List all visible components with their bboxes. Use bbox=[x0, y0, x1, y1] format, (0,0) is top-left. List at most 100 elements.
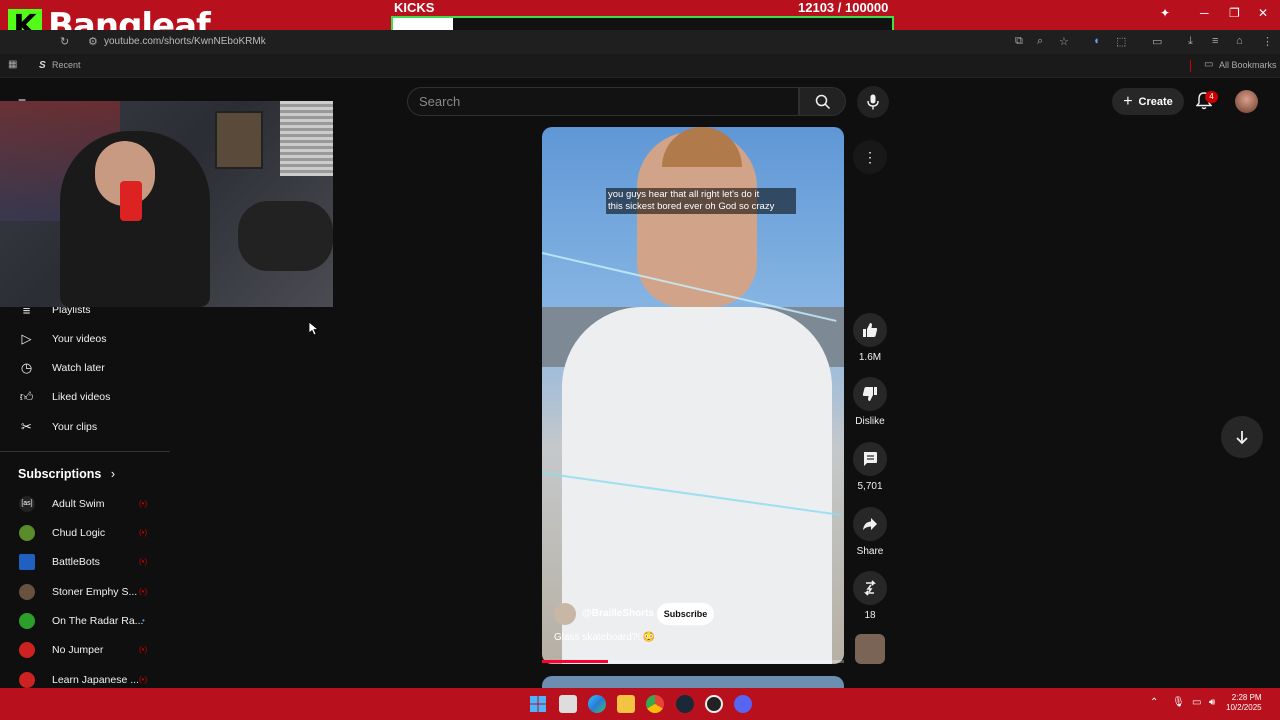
next-short-button[interactable] bbox=[1221, 416, 1263, 458]
all-bookmarks[interactable]: All Bookmarks bbox=[1219, 60, 1277, 70]
site-info-icon[interactable]: ⚙ bbox=[88, 35, 98, 48]
subscription-item[interactable]: Chud Logic (•) bbox=[0, 519, 170, 547]
search-input[interactable]: Search bbox=[419, 94, 460, 109]
subscribe-button[interactable]: Subscribe bbox=[657, 603, 714, 625]
extension-icon[interactable]: ◖ bbox=[1093, 35, 1100, 47]
share-button[interactable] bbox=[853, 507, 887, 541]
channel-name[interactable]: @BrailleShorts bbox=[582, 608, 654, 619]
search-icon bbox=[815, 94, 830, 109]
search-button[interactable] bbox=[799, 87, 846, 116]
sound-thumbnail[interactable] bbox=[855, 634, 885, 664]
subscription-name: Adult Swim bbox=[52, 498, 105, 510]
discord-icon[interactable] bbox=[734, 695, 752, 713]
subscription-item[interactable]: On The Radar Ra... • bbox=[0, 607, 170, 635]
plus-icon: + bbox=[1123, 92, 1133, 110]
clock-date: 10/2/2025 bbox=[1226, 703, 1262, 712]
search-box[interactable] bbox=[407, 87, 799, 116]
edge-browser-icon[interactable] bbox=[588, 695, 606, 713]
windows-start-icon[interactable] bbox=[529, 695, 547, 713]
account-avatar[interactable] bbox=[1235, 90, 1258, 113]
more-options-icon[interactable]: ⋮ bbox=[1262, 35, 1273, 48]
steam-icon[interactable] bbox=[676, 695, 694, 713]
close-button[interactable]: ✕ bbox=[1258, 6, 1268, 20]
subscription-item[interactable]: No Jumper (•) bbox=[0, 636, 170, 664]
arrow-down-icon bbox=[1236, 431, 1248, 445]
url-field[interactable]: youtube.com/shorts/KwnNEboKRMk bbox=[104, 36, 266, 47]
download-icon[interactable]: ⤓ bbox=[1188, 35, 1193, 48]
system-clock[interactable]: 2:28 PM 10/2/2025 bbox=[1226, 693, 1262, 713]
sidebar-item-watch-later[interactable]: ◷ Watch later bbox=[0, 354, 170, 382]
subscription-name: Stoner Emphy S... bbox=[52, 586, 138, 598]
scissors-icon: ✂ bbox=[21, 419, 32, 434]
microphone-arm bbox=[238, 201, 333, 271]
comment-icon bbox=[864, 452, 877, 466]
chevron-up-icon[interactable]: ⌃ bbox=[1150, 697, 1158, 708]
thumbs-up-icon: 👍︎ bbox=[19, 389, 34, 404]
channel-avatar: [as] bbox=[19, 496, 35, 512]
remix-icon bbox=[864, 580, 876, 596]
subscriptions-header[interactable]: Subscriptions › bbox=[18, 467, 115, 481]
mouse-cursor-icon bbox=[309, 322, 319, 336]
maximize-button[interactable]: ❐ bbox=[1229, 6, 1240, 20]
task-view-icon[interactable] bbox=[559, 695, 577, 713]
more-options-button[interactable]: ⋮ bbox=[853, 140, 887, 174]
channel-avatar bbox=[19, 613, 35, 629]
menu-icon[interactable]: ≡ bbox=[1212, 35, 1218, 47]
sidebar-item-label: Your clips bbox=[52, 421, 98, 433]
zoom-icon[interactable]: ⌕ bbox=[1037, 35, 1043, 48]
new-content-dot-icon: • bbox=[142, 616, 145, 625]
subscription-name: Chud Logic bbox=[52, 527, 106, 539]
extension-icon[interactable]: ✦ bbox=[1160, 6, 1170, 20]
remix-count: 18 bbox=[864, 610, 876, 621]
video-title[interactable]: Glass skateboard?! 😳 bbox=[554, 632, 655, 643]
next-video-preview[interactable] bbox=[542, 676, 844, 688]
minimize-button[interactable]: ─ bbox=[1200, 6, 1209, 20]
share-icon bbox=[863, 518, 877, 530]
remix-button[interactable] bbox=[853, 571, 887, 605]
thumbs-down-icon bbox=[862, 387, 877, 401]
clock-icon: ◷ bbox=[20, 360, 33, 375]
volume-tray-icon[interactable]: 🔊︎ bbox=[1209, 697, 1215, 708]
split-view-icon[interactable]: ▭ bbox=[1152, 35, 1162, 48]
video-icon: ▷ bbox=[21, 331, 32, 346]
create-button[interactable]: + Create bbox=[1112, 88, 1184, 115]
video-progress-bar[interactable] bbox=[542, 660, 844, 663]
profile-icon[interactable]: ⌂ bbox=[1236, 35, 1243, 47]
chrome-browser-icon[interactable] bbox=[646, 695, 664, 713]
channel-avatar[interactable] bbox=[554, 603, 576, 625]
like-count: 1.6M bbox=[858, 352, 882, 363]
microphone-tray-icon[interactable]: 🎙︎ bbox=[1172, 697, 1185, 708]
obs-studio-icon[interactable] bbox=[705, 695, 723, 713]
file-explorer-icon[interactable] bbox=[617, 695, 635, 713]
apps-grid-icon[interactable]: ▦ bbox=[8, 59, 17, 70]
live-indicator-icon: (•) bbox=[139, 675, 148, 684]
bookmarks-bar bbox=[0, 54, 1280, 78]
sidebar-item-liked-videos[interactable]: 👍︎ Liked videos bbox=[0, 383, 170, 411]
sidebar-item-your-videos[interactable]: ▷ Your videos bbox=[0, 325, 170, 353]
comment-count: 5,701 bbox=[857, 481, 883, 492]
subscription-item[interactable]: [as] Adult Swim (•) bbox=[0, 490, 170, 518]
goal-label: KICKS bbox=[394, 0, 435, 15]
sidebar-item-label: Liked videos bbox=[52, 391, 111, 403]
sidebar-item-your-clips[interactable]: ✂ Your clips bbox=[0, 413, 170, 441]
subscription-item[interactable]: BattleBots (•) bbox=[0, 548, 170, 576]
sidebar-item-label: Watch later bbox=[52, 362, 105, 374]
bookmark-recent[interactable]: Recent bbox=[52, 60, 81, 70]
install-icon[interactable]: ⧉ bbox=[1015, 35, 1023, 48]
subscription-name: No Jumper bbox=[52, 644, 104, 656]
dislike-button[interactable] bbox=[853, 377, 887, 411]
voice-search-button[interactable] bbox=[857, 86, 889, 118]
microphone-icon bbox=[867, 94, 879, 110]
like-button[interactable] bbox=[853, 313, 887, 347]
reload-icon[interactable]: ↻ bbox=[60, 35, 69, 48]
bookmark-star-icon[interactable]: ☆ bbox=[1059, 35, 1069, 48]
folder-icon: ▭ bbox=[1204, 59, 1214, 70]
display-tray-icon[interactable]: ▭ bbox=[1192, 697, 1201, 708]
drink-can bbox=[120, 181, 142, 221]
subscriptions-title: Subscriptions bbox=[18, 467, 102, 481]
notification-badge: 4 bbox=[1205, 91, 1218, 103]
channel-avatar bbox=[19, 584, 35, 600]
comments-button[interactable] bbox=[853, 442, 887, 476]
extensions-icon[interactable]: ⬚ bbox=[1116, 35, 1126, 48]
subscription-item[interactable]: Stoner Emphy S... (•) bbox=[0, 578, 170, 606]
